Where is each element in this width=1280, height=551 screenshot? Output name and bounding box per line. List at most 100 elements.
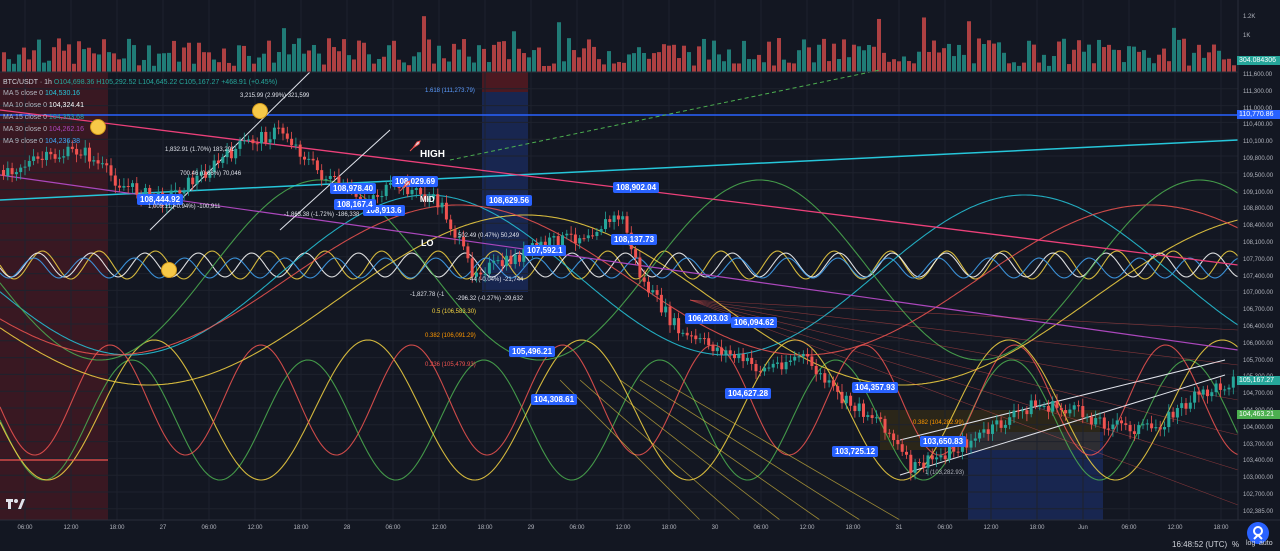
- volume-bar: [47, 60, 51, 72]
- volume-bar: [862, 50, 866, 72]
- volume-bar: [687, 52, 691, 72]
- candle-body: [23, 166, 27, 168]
- candle-body: [328, 176, 332, 180]
- volume-bar: [812, 62, 816, 72]
- candle-body: [879, 417, 883, 419]
- indicator-row[interactable]: MA 10 close 0 104,324.41: [3, 101, 84, 111]
- volume-bar: [217, 62, 221, 72]
- volume-bar: [37, 39, 41, 72]
- candle-body: [1197, 391, 1201, 395]
- volume-bar: [487, 62, 491, 72]
- indicator-row[interactable]: MA 9 close 0 104,236.38: [3, 137, 80, 147]
- candle-body: [100, 163, 104, 165]
- measure-annotation: 44 (-0.04%) -21,744: [470, 277, 524, 283]
- log-toggle[interactable]: log: [1246, 540, 1255, 547]
- indicator-row[interactable]: MA 30 close 0 104,262.16: [3, 125, 84, 135]
- candle-body: [135, 183, 139, 195]
- price-axis-label: 107,700.00: [1243, 256, 1274, 263]
- volume-bar: [907, 61, 911, 72]
- candle-body: [1141, 424, 1145, 426]
- candle-body: [1025, 410, 1029, 415]
- candle-body: [285, 133, 289, 139]
- candle-body: [1167, 411, 1171, 428]
- candle-body: [62, 156, 66, 158]
- time-axis-label: 12:00: [63, 525, 79, 531]
- volume-bar: [827, 61, 831, 72]
- volume-bar: [222, 48, 226, 72]
- volume-bar: [577, 57, 581, 72]
- candle-body: [290, 138, 294, 146]
- time-axis-label: 28: [343, 525, 351, 531]
- volume-bar: [972, 63, 976, 72]
- volume-bar: [1207, 52, 1211, 72]
- time-axis-label: 06:00: [385, 525, 401, 531]
- volume-bar: [282, 28, 286, 72]
- volume-bar: [1152, 63, 1156, 72]
- volume-bar: [737, 63, 741, 72]
- candle-body: [647, 281, 650, 293]
- candle-body: [10, 168, 14, 175]
- volume-bar: [307, 50, 311, 72]
- clock-label[interactable]: 16:48:52 (UTC): [1172, 540, 1227, 549]
- volume-bar: [922, 17, 926, 73]
- candle-body: [444, 202, 448, 220]
- volume-bar: [327, 38, 331, 72]
- candle-body: [1223, 389, 1227, 391]
- price-axis-label: 111,600.00: [1243, 72, 1273, 78]
- candle-body: [126, 186, 130, 188]
- indicator-row[interactable]: MA 15 close 0 104,353.68: [3, 113, 84, 123]
- candle-body: [264, 131, 268, 143]
- candle-body: [384, 184, 388, 197]
- candle-body: [681, 332, 685, 334]
- volume-bar: [962, 54, 966, 72]
- candle-body: [952, 446, 956, 452]
- level-price-tag: 110,770.86: [1237, 110, 1280, 119]
- candle-body: [260, 131, 263, 144]
- price-axis-label: 106,400.00: [1243, 324, 1274, 330]
- candle-body: [1124, 423, 1128, 425]
- volume-bar: [157, 53, 161, 72]
- volume-bar: [752, 59, 756, 72]
- price-axis-label: 108,800.00: [1243, 206, 1274, 213]
- volume-bar: [72, 63, 76, 72]
- volume-bar: [762, 62, 766, 72]
- candle-body: [698, 338, 702, 340]
- volume-bar: [422, 16, 426, 73]
- volume-bar: [627, 54, 631, 72]
- symbol-legend[interactable]: BTC/USDT · 1h O104,698.36 H105,292.52 L1…: [3, 77, 277, 88]
- candle-body: [943, 455, 947, 460]
- volume-bar: [467, 56, 471, 72]
- volume-bar: [1047, 65, 1051, 72]
- volume-bar: [332, 47, 336, 72]
- current-price-tag: 105,167.27: [1237, 376, 1280, 385]
- volume-bar: [1137, 51, 1141, 72]
- price-axis-label: 107,400.00: [1243, 273, 1274, 280]
- volume-bar: [662, 44, 666, 72]
- auto-toggle[interactable]: auto: [1259, 540, 1273, 547]
- volume-bar: [497, 41, 501, 72]
- candle-body: [935, 457, 939, 460]
- candle-body: [88, 147, 91, 162]
- candle-body: [1085, 416, 1089, 418]
- volume-bar: [107, 52, 111, 72]
- measure-annotation: -1,863.38 (-1.72%) -186,338: [284, 212, 360, 218]
- volume-bar: [1067, 64, 1071, 72]
- volume-bar: [867, 44, 871, 72]
- volume-bar: [1122, 62, 1126, 72]
- time-axis-label: 18:00: [845, 525, 861, 531]
- measure-annotation: 1,009.11 (-0.94%) -100,911: [148, 204, 221, 210]
- symbol-name[interactable]: BTC/USDT · 1h: [3, 79, 52, 86]
- tradingview-logo-icon[interactable]: [6, 497, 26, 511]
- candle-body: [995, 420, 999, 425]
- measure-annotation: 1,832.91 (1.70%) 183,291: [165, 147, 235, 153]
- candle-body: [53, 154, 57, 159]
- percent-toggle[interactable]: %: [1232, 540, 1239, 549]
- price-label: 103,650.83: [920, 436, 967, 447]
- candle-body: [599, 229, 603, 232]
- volume-bar: [472, 62, 476, 72]
- candle-body: [217, 160, 220, 163]
- candle-body: [724, 350, 728, 355]
- indicator-row[interactable]: MA 5 close 0 104,530.16: [3, 89, 80, 99]
- candle-body: [492, 260, 496, 263]
- rocket-icon: [408, 139, 422, 153]
